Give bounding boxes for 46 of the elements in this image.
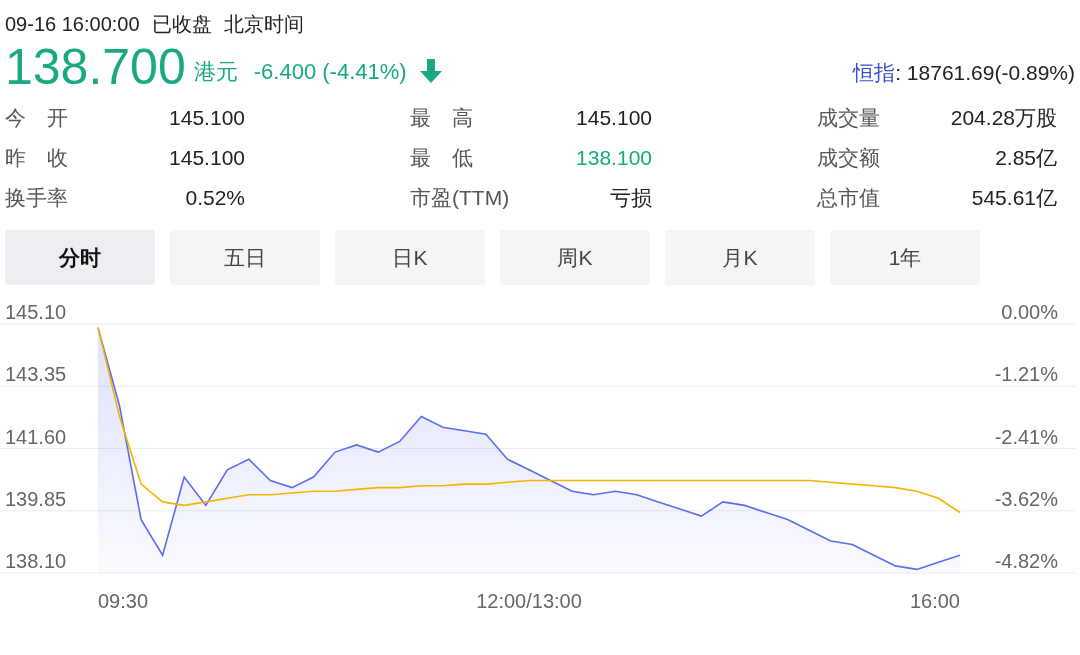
stat-value: 204.28万股: [950, 105, 1057, 131]
stat-value: 145.100: [169, 105, 245, 131]
stat-label: 成交量: [817, 105, 880, 131]
chart-tab[interactable]: 月K: [665, 230, 815, 285]
stat-label: 总市值: [817, 185, 880, 211]
percent-axis-label: -4.82%: [994, 550, 1058, 572]
stat-value: 138.100: [576, 145, 652, 171]
percent-axis-label: -1.21%: [994, 363, 1058, 386]
market-status: 已收盘: [151, 12, 212, 36]
index-link[interactable]: 恒指: [853, 56, 896, 88]
timezone: 北京时间: [223, 12, 304, 36]
chart-tab[interactable]: 分时: [5, 230, 155, 285]
stat-value: 145.100: [576, 105, 652, 131]
price-change: -6.400 (-4.41%): [253, 58, 407, 86]
y-axis-label: 143.35: [5, 363, 67, 386]
x-axis-label: 12:00/13:00: [476, 590, 582, 612]
chart-tab[interactable]: 日K: [335, 230, 485, 285]
down-arrow-icon: [418, 58, 443, 84]
stat-value: 亏损: [610, 185, 652, 211]
y-axis-label: 139.85: [5, 487, 67, 510]
stat-label: 市盈(TTM): [410, 185, 510, 211]
percent-axis-label: -2.41%: [994, 425, 1058, 448]
y-axis-label: 138.10: [5, 550, 67, 572]
stat-value: 545.61亿: [971, 185, 1057, 211]
stat-label: 成交额: [817, 145, 880, 171]
stat-value: 2.85亿: [995, 145, 1057, 171]
stat-value: 0.52%: [185, 185, 245, 211]
percent-axis-label: 0.00%: [1001, 301, 1058, 323]
stat-label: 最 高: [410, 105, 473, 131]
stat-label: 昨 收: [5, 145, 68, 171]
chart-tab[interactable]: 五日: [170, 230, 320, 285]
price: 138.700: [5, 42, 186, 92]
chart-tab[interactable]: 1年: [830, 230, 980, 285]
stat-label: 最 低: [410, 145, 473, 171]
x-axis-label: 16:00: [909, 590, 960, 612]
stat-label: 换手率: [5, 185, 68, 211]
y-axis-label: 145.10: [5, 301, 67, 323]
stat-value: 145.100: [169, 145, 245, 171]
currency: 港元: [193, 58, 238, 86]
percent-axis-label: -3.62%: [994, 487, 1058, 510]
datetime: 09-16 16:00:00: [5, 12, 140, 36]
index-value: : 18761.69(-0.89%): [895, 59, 1075, 86]
chart-tab[interactable]: 周K: [500, 230, 650, 285]
x-axis-label: 09:30: [98, 590, 149, 612]
stat-label: 今 开: [5, 105, 68, 131]
y-axis-label: 141.60: [5, 425, 67, 448]
